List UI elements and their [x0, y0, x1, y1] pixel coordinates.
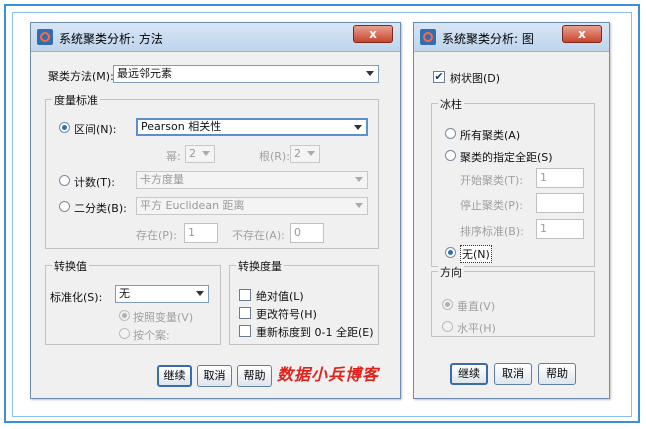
power-select[interactable]: 2 [185, 145, 215, 163]
count-measure-value: 卡方度量 [140, 173, 184, 186]
continue-button[interactable]: 继续 [157, 365, 192, 387]
dendrogram-checkbox[interactable]: ✔ [433, 71, 445, 83]
plot-dialog-title: 系统聚类分析: 图 [442, 32, 534, 46]
change-sign-checkbox[interactable] [239, 307, 251, 319]
count-label: 计数(T): [74, 176, 116, 189]
vertical-radio[interactable] [442, 299, 453, 310]
by-case-radio[interactable] [119, 328, 130, 339]
close-button[interactable]: x [353, 25, 393, 43]
cancel-button[interactable]: 取消 [197, 365, 232, 387]
rescale-label: 重新标度到 0-1 全距(E) [256, 326, 374, 339]
binary-measure-value: 平方 Euclidean 距离 [140, 199, 245, 212]
spss-app-icon [420, 29, 436, 45]
standardize-select[interactable]: 无 [115, 285, 209, 303]
standardize-value: 无 [119, 287, 130, 300]
none-radio[interactable] [445, 247, 456, 258]
method-dialog-title: 系统聚类分析: 方法 [59, 32, 163, 46]
chevron-down-icon [355, 203, 363, 208]
absolute-checkbox[interactable] [239, 289, 251, 301]
power-label: 幂: [166, 150, 181, 163]
absent-label: 不存在(A): [232, 229, 285, 242]
binary-label: 二分类(B): [74, 202, 127, 215]
by-variable-label: 按照变量(V) [133, 311, 194, 324]
interval-measure-value: Pearson 相关性 [141, 120, 222, 133]
by-input[interactable]: 1 [536, 219, 584, 239]
chevron-down-icon [196, 291, 204, 296]
horizontal-label: 水平(H) [457, 322, 496, 335]
start-input[interactable]: 1 [536, 168, 584, 188]
continue-button[interactable]: 继续 [450, 363, 488, 385]
all-clusters-label: 所有聚类(A) [460, 129, 521, 142]
stop-input[interactable] [536, 193, 584, 213]
change-sign-label: 更改符号(H) [256, 308, 317, 321]
orientation-group: 方向 [431, 264, 595, 337]
by-label: 排序标准(B): [460, 225, 524, 238]
absolute-label: 绝对值(L) [256, 290, 304, 303]
interval-radio[interactable] [59, 122, 70, 133]
none-label: 无(N) [460, 245, 492, 263]
blog-watermark: 数据小兵博客 [277, 365, 380, 384]
root-value: 2 [294, 147, 301, 160]
chevron-down-icon [354, 125, 362, 130]
plot-dialog-titlebar: 系统聚类分析: 图 x [414, 23, 609, 52]
orientation-group-title: 方向 [438, 264, 464, 280]
absent-input[interactable]: 0 [290, 223, 324, 243]
by-variable-radio[interactable] [119, 310, 130, 321]
measure-group-title: 度量标准 [52, 92, 100, 108]
close-button[interactable]: x [562, 25, 602, 43]
cancel-button[interactable]: 取消 [494, 363, 532, 385]
vertical-label: 垂直(V) [457, 300, 496, 313]
help-button[interactable]: 帮助 [538, 363, 576, 385]
binary-radio[interactable] [59, 201, 70, 212]
spss-app-icon [37, 29, 53, 45]
present-input[interactable]: 1 [184, 223, 218, 243]
transform-values-title: 转换值 [52, 258, 89, 274]
standardize-label: 标准化(S): [50, 291, 103, 304]
chevron-down-icon [366, 71, 374, 76]
start-label: 开始聚类(T): [460, 174, 524, 187]
range-label: 聚类的指定全距(S) [460, 151, 553, 164]
chevron-down-icon [307, 151, 315, 156]
power-value: 2 [189, 147, 196, 160]
dendrogram-label: 树状图(D) [450, 72, 501, 85]
root-select[interactable]: 2 [290, 145, 320, 163]
stop-label: 停止聚类(P): [460, 199, 523, 212]
count-radio[interactable] [59, 175, 70, 186]
root-label: 根(R): [259, 150, 290, 163]
rescale-checkbox[interactable] [239, 325, 251, 337]
method-dialog: 系统聚类分析: 方法 x 聚类方法(M): 最远邻元素 度量标准 区间(N): … [30, 22, 401, 399]
transform-measures-title: 转换度量 [236, 258, 284, 274]
binary-measure-select[interactable]: 平方 Euclidean 距离 [136, 197, 368, 215]
by-case-label: 按个案: [133, 329, 170, 342]
horizontal-radio[interactable] [442, 321, 453, 332]
cluster-method-value: 最远邻元素 [117, 67, 172, 80]
icicle-group-title: 冰柱 [438, 96, 464, 112]
cluster-method-label: 聚类方法(M): [48, 70, 114, 83]
help-button[interactable]: 帮助 [237, 365, 272, 387]
chevron-down-icon [355, 177, 363, 182]
count-measure-select[interactable]: 卡方度量 [136, 171, 368, 189]
plot-dialog: 系统聚类分析: 图 x ✔ 树状图(D) 冰柱 所有聚类(A) 聚类的指定全距(… [413, 22, 610, 399]
interval-label: 区间(N): [74, 123, 117, 136]
all-clusters-radio[interactable] [445, 128, 456, 139]
range-radio[interactable] [445, 150, 456, 161]
present-label: 存在(P): [136, 229, 177, 242]
interval-measure-select[interactable]: Pearson 相关性 [136, 118, 368, 136]
method-dialog-titlebar: 系统聚类分析: 方法 x [31, 23, 400, 52]
chevron-down-icon [202, 151, 210, 156]
cluster-method-select[interactable]: 最远邻元素 [113, 65, 379, 83]
